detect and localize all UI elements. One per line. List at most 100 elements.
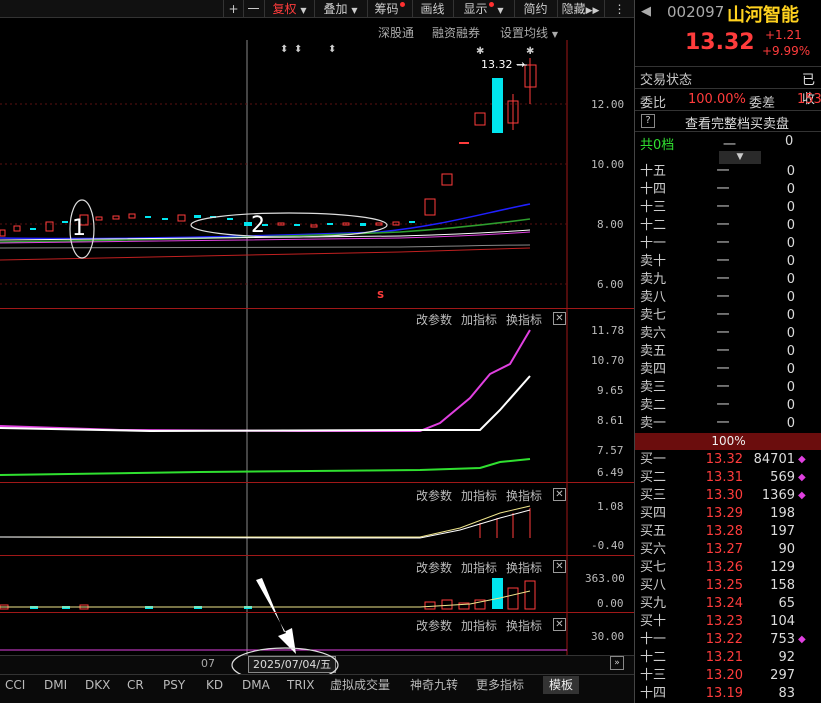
ytick: 9.65 bbox=[597, 384, 624, 397]
level-volume: 0 bbox=[786, 272, 795, 287]
ytick: 1.08 bbox=[597, 500, 624, 513]
fuquan-button[interactable]: 复权 ▼ bbox=[264, 0, 314, 18]
buy-level-row[interactable]: 买十 13.23 104 bbox=[635, 613, 821, 631]
sell-level-row[interactable]: 十四 一 0 bbox=[635, 181, 821, 199]
jianyue-button[interactable]: 简约 bbox=[514, 0, 556, 18]
tab-virtual-volume[interactable]: 虚拟成交量 bbox=[330, 676, 390, 694]
switch-indicator-link[interactable]: 换指标 bbox=[506, 487, 542, 504]
level-price: 一 bbox=[716, 416, 730, 431]
close-icon[interactable]: ✕ bbox=[553, 312, 566, 325]
view-full-orderbook-link[interactable]: 查看完整档买卖盘 bbox=[685, 113, 789, 132]
add-indicator-link[interactable]: 加指标 bbox=[461, 487, 497, 504]
tab-kd[interactable]: KD bbox=[206, 676, 223, 694]
level-price: 13.26 bbox=[705, 560, 743, 575]
level-label: 十二 bbox=[640, 650, 667, 665]
zoom-in-button[interactable]: + bbox=[223, 0, 243, 18]
stock-name: 山河智能 bbox=[727, 5, 799, 26]
tab-trix[interactable]: TRIX bbox=[287, 676, 314, 694]
xianshi-button[interactable]: 显示 ▼ bbox=[453, 0, 513, 18]
close-icon[interactable]: ✕ bbox=[553, 618, 566, 631]
sell-level-row[interactable]: 卖九 一 0 bbox=[635, 271, 821, 289]
yincang-button[interactable]: 隐藏▶▶ bbox=[557, 0, 603, 18]
buy-level-row[interactable]: 买四 13.29 198 bbox=[635, 505, 821, 523]
level-price: 一 bbox=[716, 344, 730, 359]
buy-level-row[interactable]: 买八 13.25 158 bbox=[635, 577, 821, 595]
tab-psy[interactable]: PSY bbox=[163, 676, 185, 694]
level-price: 一 bbox=[716, 272, 730, 287]
tab-magic-nine[interactable]: 神奇九转 bbox=[410, 676, 458, 694]
level-label: 十四 bbox=[640, 182, 667, 197]
buy-level-row[interactable]: 买六 13.27 90 bbox=[635, 541, 821, 559]
switch-indicator-link[interactable]: 换指标 bbox=[506, 311, 542, 328]
current-price: 13.32 bbox=[685, 30, 755, 55]
buy-level-row[interactable]: 买五 13.28 197 bbox=[635, 523, 821, 541]
sell-level-row[interactable]: 卖二 一 0 bbox=[635, 397, 821, 415]
svg-text:✱: ✱ bbox=[526, 46, 534, 57]
huaxian-button[interactable]: 画线 bbox=[412, 0, 452, 18]
sell-level-row[interactable]: 卖三 一 0 bbox=[635, 379, 821, 397]
level-price: 一 bbox=[716, 254, 730, 269]
help-icon[interactable]: ? bbox=[641, 114, 655, 128]
chouma-button[interactable]: 筹码 bbox=[367, 0, 411, 18]
diejia-button[interactable]: 叠加 ▼ bbox=[314, 0, 366, 18]
fuquan-label: 复权 bbox=[272, 2, 297, 16]
buy-level-row[interactable]: 买九 13.24 65 bbox=[635, 595, 821, 613]
buy-level-row[interactable]: 买一 13.32 84701 ◆ bbox=[635, 451, 821, 469]
scroll-right-icon[interactable]: » bbox=[610, 656, 624, 670]
month-label: 07 bbox=[201, 657, 215, 670]
level-volume: 198 bbox=[770, 506, 795, 521]
sell-level-row[interactable]: 卖一 一 0 bbox=[635, 415, 821, 433]
level-label: 十三 bbox=[640, 668, 667, 683]
add-indicator-link[interactable]: 加指标 bbox=[461, 559, 497, 576]
change-params-link[interactable]: 改参数 bbox=[416, 559, 452, 576]
sell-level-row[interactable]: 卖四 一 0 bbox=[635, 361, 821, 379]
sell-level-row[interactable]: 十三 一 0 bbox=[635, 199, 821, 217]
level-price: 13.25 bbox=[705, 578, 743, 593]
add-indicator-link[interactable]: 加指标 bbox=[461, 617, 497, 634]
tab-template[interactable]: 模板 bbox=[543, 676, 580, 694]
tab-dmi[interactable]: DMI bbox=[44, 676, 67, 694]
tab-more-indicators[interactable]: 更多指标 bbox=[476, 676, 524, 694]
change-params-link[interactable]: 改参数 bbox=[416, 617, 452, 634]
tab-dma[interactable]: DMA bbox=[242, 676, 270, 694]
buy-level-row[interactable]: 买七 13.26 129 bbox=[635, 559, 821, 577]
tab-cr[interactable]: CR bbox=[127, 676, 144, 694]
change-params-link[interactable]: 改参数 bbox=[416, 311, 452, 328]
level-volume: 0 bbox=[786, 398, 795, 413]
buy-level-row[interactable]: 买三 13.30 1369 ◆ bbox=[635, 487, 821, 505]
close-icon[interactable]: ✕ bbox=[553, 560, 566, 573]
zoom-out-button[interactable]: 一 bbox=[243, 0, 263, 18]
sell-level-row[interactable]: 卖五 一 0 bbox=[635, 343, 821, 361]
tab-dkx[interactable]: DKX bbox=[85, 676, 110, 694]
sell-level-row[interactable]: 十二 一 0 bbox=[635, 217, 821, 235]
change-params-link[interactable]: 改参数 bbox=[416, 487, 452, 504]
ytick: 7.57 bbox=[597, 444, 624, 457]
buy-level-row[interactable]: 买二 13.31 569 ◆ bbox=[635, 469, 821, 487]
switch-indicator-link[interactable]: 换指标 bbox=[506, 559, 542, 576]
level-volume: 0 bbox=[786, 362, 795, 377]
more-icon[interactable]: ⋮ bbox=[604, 0, 634, 18]
level-volume: 0 bbox=[786, 164, 795, 179]
level-label: 买十 bbox=[640, 614, 667, 629]
diamond-marker-icon: ◆ bbox=[798, 490, 806, 501]
ytick: 0.00 bbox=[597, 597, 624, 610]
buy-level-row[interactable]: 十一 13.22 753 ◆ bbox=[635, 631, 821, 649]
yincang-label: 隐藏 bbox=[561, 2, 586, 16]
buy-level-row[interactable]: 十二 13.21 92 bbox=[635, 649, 821, 667]
panel-divider bbox=[0, 482, 634, 483]
prev-stock-icon[interactable]: ◀ bbox=[641, 4, 651, 19]
weibi-label: 委比 bbox=[640, 96, 667, 111]
buy-level-row[interactable]: 十四 13.19 83 bbox=[635, 685, 821, 703]
sell-level-row[interactable]: 卖八 一 0 bbox=[635, 289, 821, 307]
sell-level-row[interactable]: 卖六 一 0 bbox=[635, 325, 821, 343]
buy-level-row[interactable]: 十三 13.20 297 bbox=[635, 667, 821, 685]
sell-level-row[interactable]: 十五 一 0 bbox=[635, 163, 821, 181]
switch-indicator-link[interactable]: 换指标 bbox=[506, 617, 542, 634]
sell-level-row[interactable]: 卖十 一 0 bbox=[635, 253, 821, 271]
sell-level-row[interactable]: 卖七 一 0 bbox=[635, 307, 821, 325]
add-indicator-link[interactable]: 加指标 bbox=[461, 311, 497, 328]
event-markers: ⬍ ⬍ ⬍ ✱ ✱ bbox=[280, 44, 534, 57]
tab-cci[interactable]: CCI bbox=[5, 676, 25, 694]
sell-level-row[interactable]: 十一 一 0 bbox=[635, 235, 821, 253]
close-icon[interactable]: ✕ bbox=[553, 488, 566, 501]
